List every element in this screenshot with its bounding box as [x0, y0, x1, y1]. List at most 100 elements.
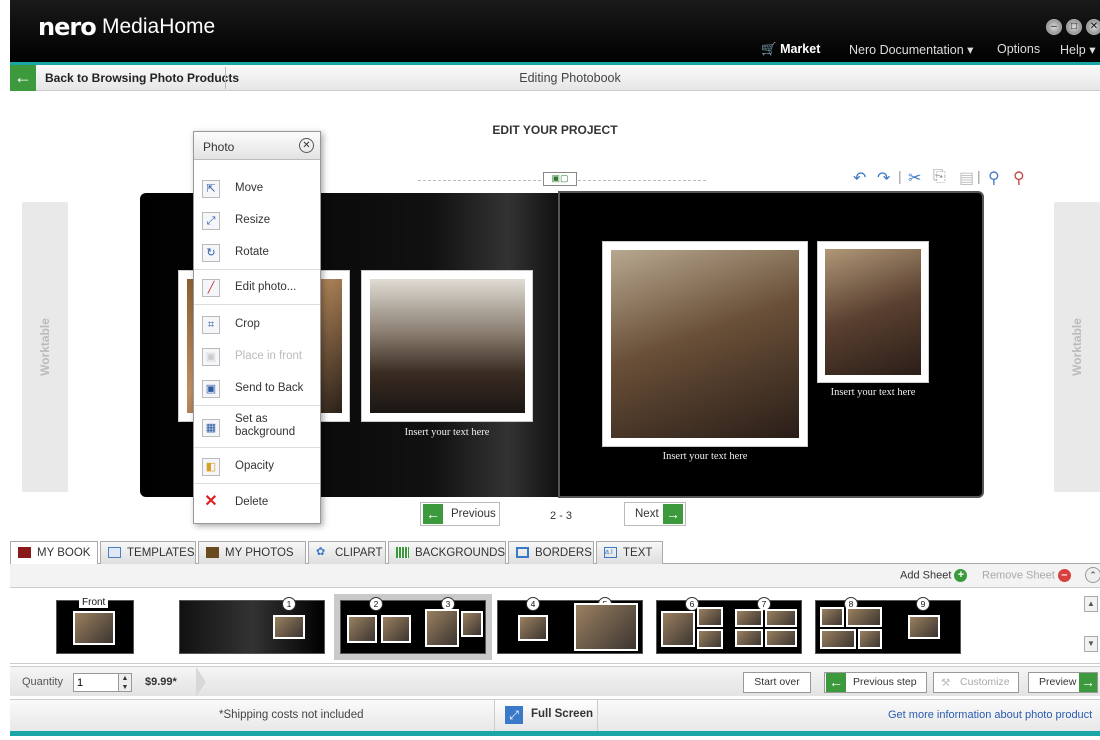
copy-icon[interactable]: ⎘: [933, 168, 946, 186]
tab-borders[interactable]: BORDERS: [508, 541, 594, 564]
move-icon: ⇱: [202, 180, 220, 198]
footer-bar: *Shipping costs not included ⤢ Full Scre…: [10, 699, 1100, 731]
scroll-up-icon[interactable]: ▲: [1084, 596, 1098, 612]
customize-button: ⚒ Customize: [933, 672, 1019, 693]
thumb-page-6-7[interactable]: 6 7: [656, 597, 802, 654]
scroll-down-icon[interactable]: ▼: [1084, 636, 1098, 652]
menu-edit-photo[interactable]: ╱ Edit photo...: [194, 271, 320, 305]
photo-frame-main[interactable]: [602, 241, 808, 447]
context-menu-header: Photo ✕: [194, 132, 320, 160]
thumb-page-4-5[interactable]: 4 5: [497, 597, 643, 654]
menu-send-to-back[interactable]: ▣ Send to Back: [194, 372, 320, 406]
restore-icon[interactable]: □: [1066, 19, 1082, 35]
minus-icon: –: [1057, 569, 1071, 582]
plus-icon: +: [954, 569, 968, 582]
divider: [225, 67, 226, 89]
minimize-icon[interactable]: –: [1046, 19, 1062, 35]
tab-backgrounds[interactable]: BACKGROUNDS: [388, 541, 506, 564]
menu-move[interactable]: ⇱ Move: [194, 172, 320, 206]
borders-icon: [516, 547, 529, 558]
zoom-out-icon[interactable]: ⚲: [1013, 168, 1025, 188]
quantity-label: Quantity: [22, 676, 63, 688]
caption-right-main[interactable]: Insert your text here: [602, 451, 808, 462]
remove-sheet-button[interactable]: Remove Sheet –: [982, 569, 1071, 582]
tab-clipart[interactable]: ✿ CLIPART: [308, 541, 386, 564]
back-arrow-icon[interactable]: ←: [10, 65, 36, 91]
photo-couple-main[interactable]: [611, 250, 799, 438]
menu-resize[interactable]: ⤢ Resize: [194, 204, 320, 238]
backgrounds-icon: [396, 547, 409, 558]
next-button[interactable]: Next →: [624, 502, 686, 526]
thumb-front[interactable]: Front: [56, 597, 134, 654]
crop-icon: ⌗: [202, 316, 220, 334]
background-icon: ▦: [202, 419, 220, 437]
previous-button[interactable]: ← Previous: [420, 502, 500, 526]
close-icon[interactable]: ✕: [1086, 19, 1100, 35]
full-screen-button[interactable]: ⤢ Full Screen: [494, 700, 598, 731]
tab-text[interactable]: a.I TEXT: [596, 541, 663, 564]
title-bar: nero MediaHome – □ ✕ 🛒 Market Nero Docum…: [10, 0, 1100, 62]
worktable-right: Worktable: [1054, 202, 1100, 492]
paste-icon[interactable]: ▤: [959, 168, 974, 188]
back-button[interactable]: Back to Browsing Photo Products: [45, 71, 239, 85]
menu-set-background[interactable]: ▦ Set as background: [194, 408, 320, 448]
cart-icon: 🛒: [761, 42, 777, 56]
separator: |: [898, 168, 902, 184]
photo-context-menu: Photo ✕ ⇱ Move ⤢ Resize ↻ Rotate ╱ Edit phot…: [193, 131, 321, 524]
full-screen-icon: ⤢: [505, 706, 523, 724]
tab-my-photos[interactable]: MY PHOTOS: [198, 541, 306, 564]
thumb-page-1[interactable]: 1: [179, 597, 325, 654]
order-bar: Quantity ▲▼ $9.99* Start over ←Previous …: [10, 666, 1100, 697]
photos-icon: [206, 547, 219, 558]
zoom-in-icon[interactable]: ⚲: [988, 168, 1000, 188]
preview-button[interactable]: Preview →: [1028, 672, 1098, 693]
chevron-down-icon: ▾: [967, 43, 974, 57]
tab-my-book[interactable]: MY BOOK: [10, 541, 98, 564]
add-sheet-button[interactable]: Add Sheet +: [900, 569, 968, 582]
photo-couple-small[interactable]: [825, 249, 921, 375]
more-info-link[interactable]: Get more information about photo product: [888, 709, 1092, 721]
menu-options[interactable]: Options: [997, 42, 1040, 56]
menu-crop[interactable]: ⌗ Crop: [194, 308, 320, 342]
caption-left[interactable]: Insert your text here: [361, 427, 533, 438]
menu-market[interactable]: 🛒 Market: [761, 42, 820, 57]
menu-help[interactable]: Help ▾: [1060, 42, 1095, 57]
menu-delete[interactable]: ✕ Delete: [194, 486, 320, 520]
thumb-page-8-9[interactable]: 8 9: [815, 597, 961, 654]
breadcrumb-bar: ← Back to Browsing Photo Products Editin…: [10, 65, 1100, 91]
tab-templates[interactable]: TEMPLATES: [100, 541, 196, 564]
previous-step-button[interactable]: ← Previous step: [824, 672, 927, 693]
close-menu-icon[interactable]: ✕: [299, 138, 314, 153]
caption-right-small[interactable]: Insert your text here: [805, 387, 941, 398]
page-title: Editing Photobook: [519, 71, 621, 85]
book-right-page[interactable]: Insert your text here Insert your text h…: [558, 191, 984, 498]
photo-frame-beach[interactable]: [361, 270, 533, 422]
editor-area: EDIT YOUR PROJECT Worktable Worktable ↶ …: [10, 92, 1100, 537]
quantity-stepper[interactable]: ▲ ▼: [118, 673, 132, 692]
undo-icon[interactable]: ↶: [853, 168, 866, 188]
redo-icon[interactable]: ↷: [877, 168, 890, 188]
menu-opacity[interactable]: ◧ Opacity: [194, 450, 320, 484]
quantity-input[interactable]: [73, 673, 121, 692]
tab-bar: MY BOOK TEMPLATES MY PHOTOS ✿ CLIPART BAC…: [10, 541, 1100, 564]
separator: |: [977, 168, 981, 184]
context-menu-title: Photo: [203, 140, 235, 154]
arrow-divider: [196, 667, 206, 697]
sheet-toolbar: Add Sheet + Remove Sheet – ⌃: [10, 564, 1100, 588]
photo-beach-woman[interactable]: [370, 279, 525, 413]
menu-rotate[interactable]: ↻ Rotate: [194, 236, 320, 270]
app-logo: nero: [38, 13, 97, 41]
cut-icon[interactable]: ✂: [908, 168, 921, 188]
chevron-down-icon: ▾: [1089, 43, 1096, 57]
layout-toggle-icon[interactable]: ▣▢: [543, 172, 577, 186]
page-indicator: 2 - 3: [550, 510, 573, 522]
collapse-icon[interactable]: ⌃: [1085, 567, 1100, 583]
start-over-button[interactable]: Start over: [743, 672, 811, 693]
thumb-page-2-3[interactable]: 2 3: [334, 594, 492, 660]
photo-frame-small[interactable]: [817, 241, 929, 383]
arrow-left-icon: ←: [826, 673, 846, 692]
send-back-icon: ▣: [202, 380, 220, 398]
page-filmstrip: Front 1 2 3 4 5 6 7 8 9 ▲ ▼: [10, 588, 1100, 664]
menu-documentation[interactable]: Nero Documentation ▾: [849, 42, 973, 57]
worktable-left: Worktable: [22, 202, 68, 492]
